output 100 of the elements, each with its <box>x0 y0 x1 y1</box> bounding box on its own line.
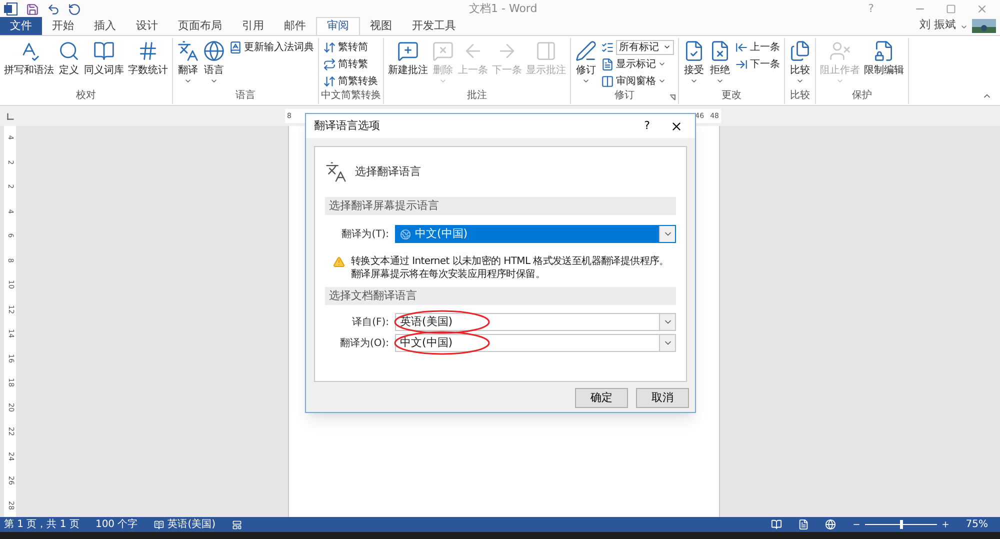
group-label: 批注 <box>467 90 487 103</box>
ribbon-small-button[interactable]: 显示标记 <box>601 56 674 72</box>
markup-dropdown[interactable]: 所有标记 <box>616 40 674 54</box>
group-label: 语言 <box>236 90 256 103</box>
language-dropdown[interactable]: 中文(中国) <box>395 334 676 352</box>
caret-icon <box>796 77 804 85</box>
ribbon-button[interactable]: 新建批注 <box>386 38 430 88</box>
ribbon-button[interactable]: 字数统计 <box>126 38 170 88</box>
caret-icon <box>439 77 447 85</box>
translate-icon <box>325 161 347 183</box>
ribbon-tab[interactable]: 邮件 <box>274 17 316 35</box>
comments-panel-icon <box>535 40 557 62</box>
proofing-icon[interactable] <box>154 520 164 530</box>
ribbon-tab[interactable]: 审阅 <box>316 17 360 35</box>
zoom-thumb[interactable] <box>900 520 903 529</box>
user-name[interactable]: 刘 振斌 <box>920 16 956 33</box>
caret-icon <box>658 60 666 68</box>
translate-icon <box>177 40 199 62</box>
accept-icon <box>683 40 705 62</box>
ribbon-button[interactable]: 翻译 <box>175 38 201 88</box>
caret-icon <box>658 77 666 85</box>
ribbon-button[interactable]: 接受 <box>681 38 707 88</box>
documents-icon <box>789 40 811 62</box>
ribbon-small-button[interactable]: 下一条 <box>735 56 780 72</box>
ribbon-small-button[interactable]: 上一条 <box>735 39 780 55</box>
section-header: 选择文档翻译语言 <box>325 287 676 305</box>
ribbon-tab[interactable]: 设计 <box>126 17 168 35</box>
save-icon[interactable] <box>26 2 39 16</box>
caret-icon <box>960 23 968 31</box>
warning-icon <box>333 256 345 268</box>
markup-icon <box>601 40 614 54</box>
tab-selector-icon[interactable] <box>7 112 14 120</box>
ribbon-tab[interactable]: 插入 <box>84 17 126 35</box>
ribbon-tab[interactable]: 开发工具 <box>402 17 466 35</box>
convert-icon <box>323 58 336 70</box>
ribbon-button[interactable]: 修订 <box>573 38 599 88</box>
ribbon-button[interactable]: 同义词库 <box>82 38 126 88</box>
ribbon-tab[interactable]: 开始 <box>42 17 84 35</box>
word-count[interactable]: 100 个字 <box>95 517 138 532</box>
ribbon-tab[interactable]: 视图 <box>360 17 402 35</box>
warning-text: 翻译屏幕提示将在每次安装应用程序时保留。 <box>351 268 546 281</box>
help-button[interactable]: ? <box>644 118 650 134</box>
ribbon-small-button[interactable]: 简繁转换 <box>323 73 378 89</box>
dialog-button[interactable]: 确定 <box>575 388 628 408</box>
zoom-percent[interactable]: 75% <box>966 517 988 532</box>
convert-icon <box>323 40 336 54</box>
language-dropdown[interactable]: 中文(中国) <box>395 225 676 243</box>
ribbon-button[interactable]: 限制编辑 <box>862 38 906 88</box>
page-count[interactable]: 第 1 页，共 1 页 <box>4 517 80 532</box>
lock-document-icon <box>873 40 895 62</box>
document-icon <box>601 58 614 70</box>
ribbon-button[interactable]: 定义 <box>56 38 82 88</box>
redo-icon[interactable] <box>68 2 81 16</box>
launcher-icon[interactable] <box>669 94 676 101</box>
ribbon-button[interactable]: 比较 <box>787 38 813 88</box>
restore-icon[interactable] <box>946 4 956 14</box>
ribbon-small-button[interactable]: 审阅窗格 <box>601 73 674 89</box>
ribbon-tab[interactable]: 页面布局 <box>168 17 232 35</box>
warning-text: 转换文本通过 Internet 以未加密的 HTML 格式发送至机器翻译提供程序。 <box>351 255 669 268</box>
group-label: 比较 <box>790 90 810 103</box>
caret-icon <box>690 77 698 85</box>
print-layout-icon[interactable] <box>798 519 809 530</box>
caret-icon <box>663 43 671 51</box>
ribbon-small-button[interactable]: 更新输入法词典 <box>229 39 314 55</box>
language-indicator[interactable]: 英语(美国) <box>168 517 216 532</box>
next-icon <box>735 58 748 70</box>
caret-icon <box>716 77 724 85</box>
ribbon-small-button[interactable]: 繁转简 <box>323 39 378 55</box>
dropdown-value: 中文(中国) <box>415 226 468 242</box>
globe-icon <box>203 40 225 62</box>
caret-icon <box>210 77 218 85</box>
dropdown-value: 中文(中国) <box>400 334 453 351</box>
ribbon-small-button[interactable]: 简转繁 <box>323 56 378 72</box>
language-dropdown[interactable]: 英语(美国) <box>395 313 676 331</box>
previous-icon <box>735 40 748 54</box>
web-layout-icon[interactable] <box>824 519 836 530</box>
group-label: 校对 <box>76 90 96 103</box>
field-label: 翻译为(T): <box>340 228 390 242</box>
file-tab[interactable]: 文件 <box>0 17 42 35</box>
globe-icon <box>400 228 411 240</box>
group-label: 修订 <box>614 90 634 103</box>
ribbon-button[interactable]: 语言 <box>201 38 227 88</box>
dialog-heading: 选择翻译语言 <box>355 164 421 180</box>
group-label: 中文简繁转换 <box>321 90 381 103</box>
ribbon-button[interactable]: 拒绝 <box>707 38 733 88</box>
caret-icon <box>184 77 192 85</box>
word-logo-icon[interactable] <box>4 2 18 16</box>
dialog-button[interactable]: 取消 <box>636 388 689 408</box>
zoom-in-icon[interactable] <box>940 520 950 529</box>
ribbon-tab[interactable]: 引用 <box>232 17 274 35</box>
new-comment-icon <box>397 40 419 62</box>
dialog-title: 翻译语言选项 <box>314 118 380 134</box>
undo-icon[interactable] <box>47 2 60 16</box>
ribbon-button[interactable]: 拼写和语法 <box>2 38 56 88</box>
dictionary-icon <box>229 40 242 54</box>
close-icon[interactable] <box>670 120 683 132</box>
field-label: 翻译为(O): <box>338 336 390 350</box>
pane-icon <box>601 74 614 88</box>
group-label: 保护 <box>852 90 872 103</box>
read-mode-icon[interactable] <box>770 519 782 530</box>
